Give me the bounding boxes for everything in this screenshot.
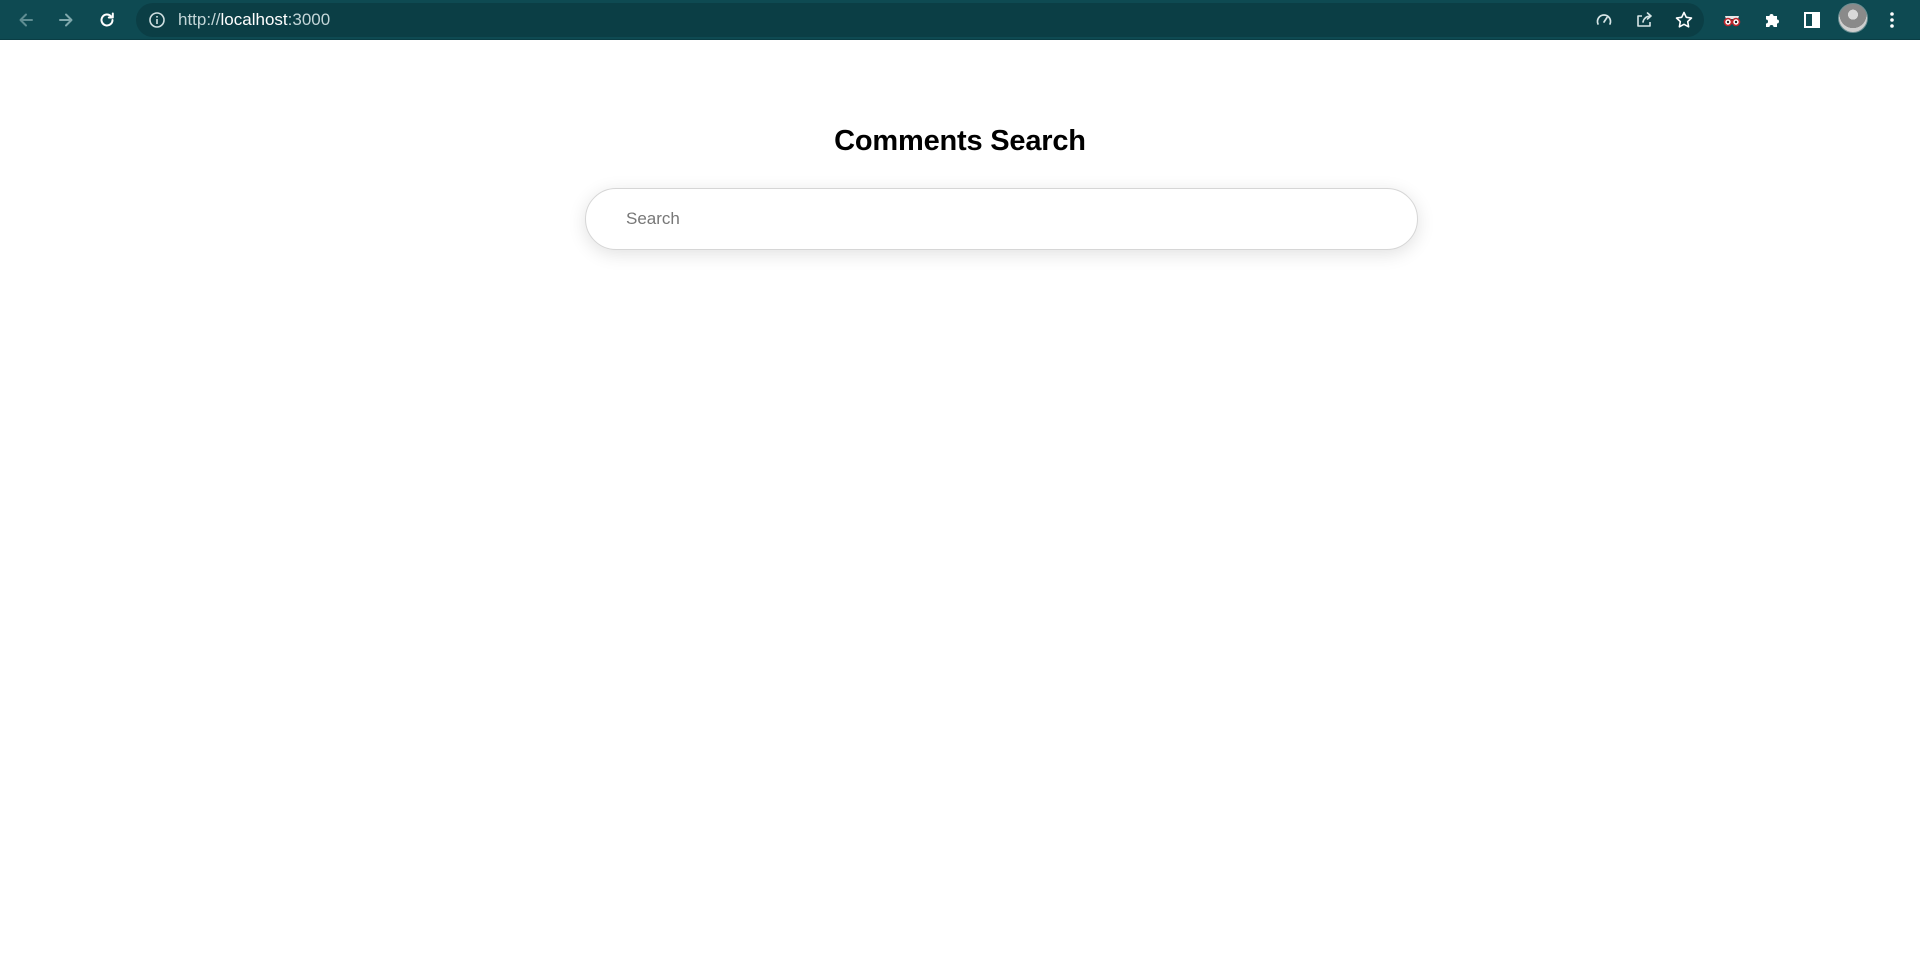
puzzle-icon xyxy=(1766,14,1779,27)
share-button[interactable] xyxy=(1632,8,1656,32)
reload-button[interactable] xyxy=(91,4,123,36)
menu-button[interactable] xyxy=(1876,4,1908,36)
avatar[interactable] xyxy=(1838,3,1868,33)
browser-toolbar: http://localhost:3000 xyxy=(0,0,1920,40)
forward-arrow-icon xyxy=(59,13,73,27)
spy-glasses-icon xyxy=(1723,16,1741,27)
reload-icon xyxy=(100,12,114,27)
url-text[interactable]: http://localhost:3000 xyxy=(178,3,330,37)
share-icon xyxy=(1637,12,1652,27)
star-icon xyxy=(1675,11,1693,28)
side-panel-button[interactable] xyxy=(1796,4,1828,36)
kebab-menu-icon xyxy=(1890,12,1894,28)
speedometer-icon xyxy=(1596,14,1612,25)
extensions-button[interactable] xyxy=(1756,4,1788,36)
page-title: Comments Search xyxy=(834,125,1086,157)
extension-button[interactable] xyxy=(1716,4,1748,36)
back-arrow-icon xyxy=(19,13,33,27)
forward-button[interactable] xyxy=(50,4,82,36)
url-scheme: http:// xyxy=(178,10,221,29)
side-panel-icon xyxy=(1804,12,1820,28)
search-input[interactable] xyxy=(585,188,1418,250)
url-host: localhost xyxy=(220,10,288,29)
address-bar[interactable]: http://localhost:3000 xyxy=(136,3,1704,37)
performance-button[interactable] xyxy=(1592,8,1616,32)
url-port: :3000 xyxy=(287,10,331,29)
search-container xyxy=(585,188,1418,250)
info-icon[interactable] xyxy=(148,11,166,29)
bookmark-button[interactable] xyxy=(1672,8,1696,32)
back-button[interactable] xyxy=(10,4,42,36)
